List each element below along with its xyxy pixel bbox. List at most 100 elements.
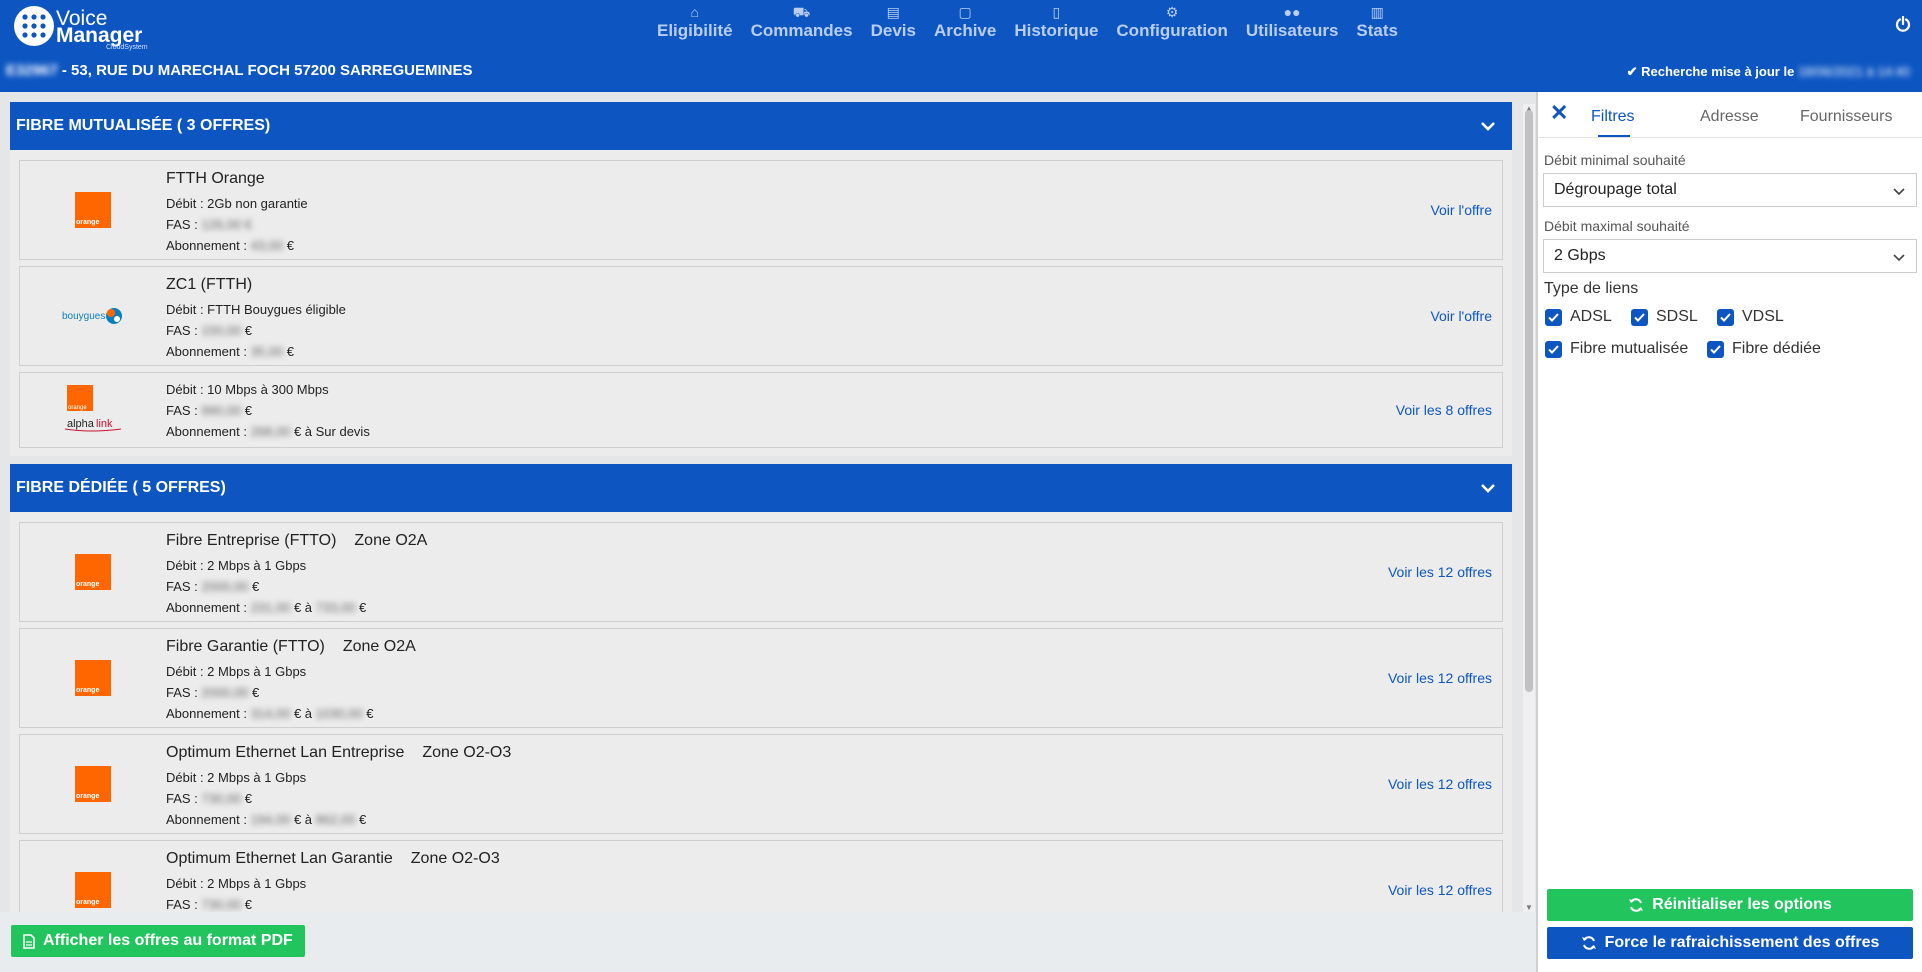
view-offers-link[interactable]: Voir les 8 offres [1396,402,1492,418]
scrollbar-thumb[interactable] [1525,110,1533,692]
max-debit-select[interactable]: 2 Gbps [1543,239,1917,273]
checkbox-checked-icon [1545,308,1562,326]
nav-eligibilite[interactable]: ⌂ Eligibilité [648,4,742,46]
pdf-export-button[interactable]: Afficher les offres au format PDF [11,925,305,957]
address-text: - 53, RUE DU MARECHAL FOCH 57200 SARREGU… [57,62,473,79]
view-offer-link[interactable]: Voir l'offre [1430,202,1492,218]
checkbox-fibre-mutualisee[interactable]: Fibre mutualisée [1545,340,1688,358]
offer-fas: FAS : 150,00 € [166,323,253,338]
section-header[interactable]: FIBRE MUTUALISÉE ( 3 OFFRES) [10,102,1512,150]
nav-label: Archive [933,21,997,40]
update-date: 18/06/2021 à 14:40 [1797,64,1910,79]
offer-info: Fibre Garantie (FTTO) Zone O2A Débit : 2 … [166,629,1502,732]
nav-label: Stats [1356,21,1398,40]
offer-fas: FAS : 2000,00 € [166,685,260,700]
nav-devis[interactable]: ▤ Devis [862,4,925,46]
filter-tabs: ✕ Filtres Adresse Fournisseurs [1538,92,1922,138]
tab-filtres[interactable]: Filtres [1591,108,1635,126]
offer-fas: FAS : 730,00 € [166,791,253,806]
offer-title: FTTH Orange [166,170,265,187]
refresh-icon [1629,898,1644,912]
offer-debit: Débit : 2 Mbps à 1 Gbps [166,770,307,785]
checkbox-adsl[interactable]: ADSL [1545,308,1612,326]
section-body: orange Fibre Entreprise (FTTO) Zone O2A D… [10,512,1512,912]
section-header[interactable]: FIBRE DÉDIÉE ( 5 OFFRES) [10,464,1512,512]
file-pdf-icon [23,933,35,949]
offer-title: Fibre Garantie (FTTO) Zone O2A [166,638,416,655]
offer-info: Optimum Ethernet Lan Garantie Zone O2-O3 … [166,841,1502,912]
chevron-down-icon [1481,484,1495,493]
checkbox-fibre-dediee[interactable]: Fibre dédiée [1707,340,1821,358]
force-refresh-label: Force le rafraichissement des offres [1604,934,1880,951]
reset-options-button[interactable]: Réinitialiser les options [1547,889,1913,921]
offer-card: orange alpha link Débit : 10 Mbps à 300 … [19,372,1503,448]
offer-info: Fibre Entreprise (FTTO) Zone O2A Débit : … [166,523,1502,626]
section-fibre-mutualisee: FIBRE MUTUALISÉE ( 3 OFFRES) orange FTTH… [10,102,1512,456]
offer-card: orange FTTH Orange Débit : 2Gb non garan… [19,160,1503,260]
checkbox-label: ADSL [1570,308,1612,325]
offers-list: FIBRE MUTUALISÉE ( 3 OFFRES) orange FTTH… [10,102,1512,912]
checkbox-sdsl[interactable]: SDSL [1631,308,1698,326]
offer-abonnement: Abonnement : 314,00 € à 1030,00 € [166,706,374,721]
update-label: Recherche mise à jour le [1641,64,1795,79]
power-icon[interactable] [1895,15,1911,32]
offer-logo: orange alpha link [20,383,166,437]
nav-commandes[interactable]: ⛟ Commandes [742,4,862,46]
nav-label: Eligibilité [657,21,733,40]
quote-icon: ▤ [886,4,900,20]
offer-title: ZC1 (FTTH) [166,276,253,293]
voice-manager-logo[interactable]: Voice Manager CloudSystem [14,6,148,51]
offer-logo: orange [20,660,166,696]
nav-label: Configuration [1116,21,1228,40]
offer-debit: Débit : FTTH Bouygues éligible [166,302,346,317]
view-offers-link[interactable]: Voir les 12 offres [1388,564,1492,580]
active-tab-indicator [1598,135,1630,137]
close-icon[interactable]: ✕ [1550,102,1568,124]
offer-debit: Débit : 10 Mbps à 300 Mbps [166,382,329,397]
orange-logo: orange [75,766,111,802]
pdf-export-label: Afficher les offres au format PDF [43,932,293,949]
offers-scrollbar[interactable]: ▲ ▼ [1523,104,1535,912]
offer-abonnement: Abonnement : 231,00 € à 733,00 € [166,600,367,615]
cart-icon: ⛟ [792,4,811,20]
view-offer-link[interactable]: Voir l'offre [1430,308,1492,324]
offer-abonnement: Abonnement : 43,00 € [166,238,294,253]
section-fibre-dediee: FIBRE DÉDIÉE ( 5 OFFRES) orange Fibre En… [10,464,1512,912]
main-nav: ⌂ Eligibilité ⛟ Commandes ▤ Devis ▢ Arch… [648,4,1407,46]
offer-logo: orange [20,766,166,802]
view-offers-link[interactable]: Voir les 12 offres [1388,670,1492,686]
offer-fas: FAS : 990,00 € [166,403,253,418]
reset-options-label: Réinitialiser les options [1652,896,1832,913]
nav-stats[interactable]: ▥ Stats [1347,4,1407,46]
offer-logo: orange [20,872,166,908]
svg-text:orange: orange [68,405,87,411]
offer-fas: FAS : 126,00 € [166,217,253,232]
offer-info: ZC1 (FTTH) Débit : FTTH Bouygues éligibl… [166,267,1502,370]
section-title: FIBRE MUTUALISÉE ( 3 OFFRES) [16,117,271,134]
orange-logo: orange [75,554,111,590]
nav-utilisateurs[interactable]: ●● Utilisateurs [1237,4,1348,46]
home-icon: ⌂ [690,4,700,20]
checkbox-vdsl[interactable]: VDSL [1717,308,1784,326]
view-offers-link[interactable]: Voir les 12 offres [1388,882,1492,898]
view-offers-link[interactable]: Voir les 12 offres [1388,776,1492,792]
nav-configuration[interactable]: ⚙ Configuration [1107,4,1236,46]
nav-label: Historique [1014,21,1099,40]
tab-adresse[interactable]: Adresse [1700,108,1759,126]
min-debit-label: Débit minimal souhaité [1544,152,1686,168]
offer-debit: Débit : 2 Mbps à 1 Gbps [166,664,307,679]
svg-text:bouygues: bouygues [62,311,105,322]
offer-card: orange Optimum Ethernet Lan Garantie Zone… [19,840,1503,912]
tab-fournisseurs[interactable]: Fournisseurs [1800,108,1892,126]
orange-alphalink-logo: orange alpha link [64,385,122,432]
chevron-down-icon [1893,254,1905,262]
nav-archive[interactable]: ▢ Archive [925,4,1005,46]
offer-title: Optimum Ethernet Lan Garantie Zone O2-O3 [166,850,500,867]
offer-logo: bouygues [20,304,166,328]
force-refresh-button[interactable]: Force le rafraichissement des offres [1547,927,1913,959]
bouygues-logo: bouygues [62,308,122,324]
scroll-down-icon[interactable]: ▼ [1525,903,1533,912]
offer-abonnement: Abonnement : 268,00 € à Sur devis [166,424,370,439]
nav-historique[interactable]: ▯ Historique [1005,4,1107,46]
min-debit-select[interactable]: Dégroupage total [1543,173,1917,207]
